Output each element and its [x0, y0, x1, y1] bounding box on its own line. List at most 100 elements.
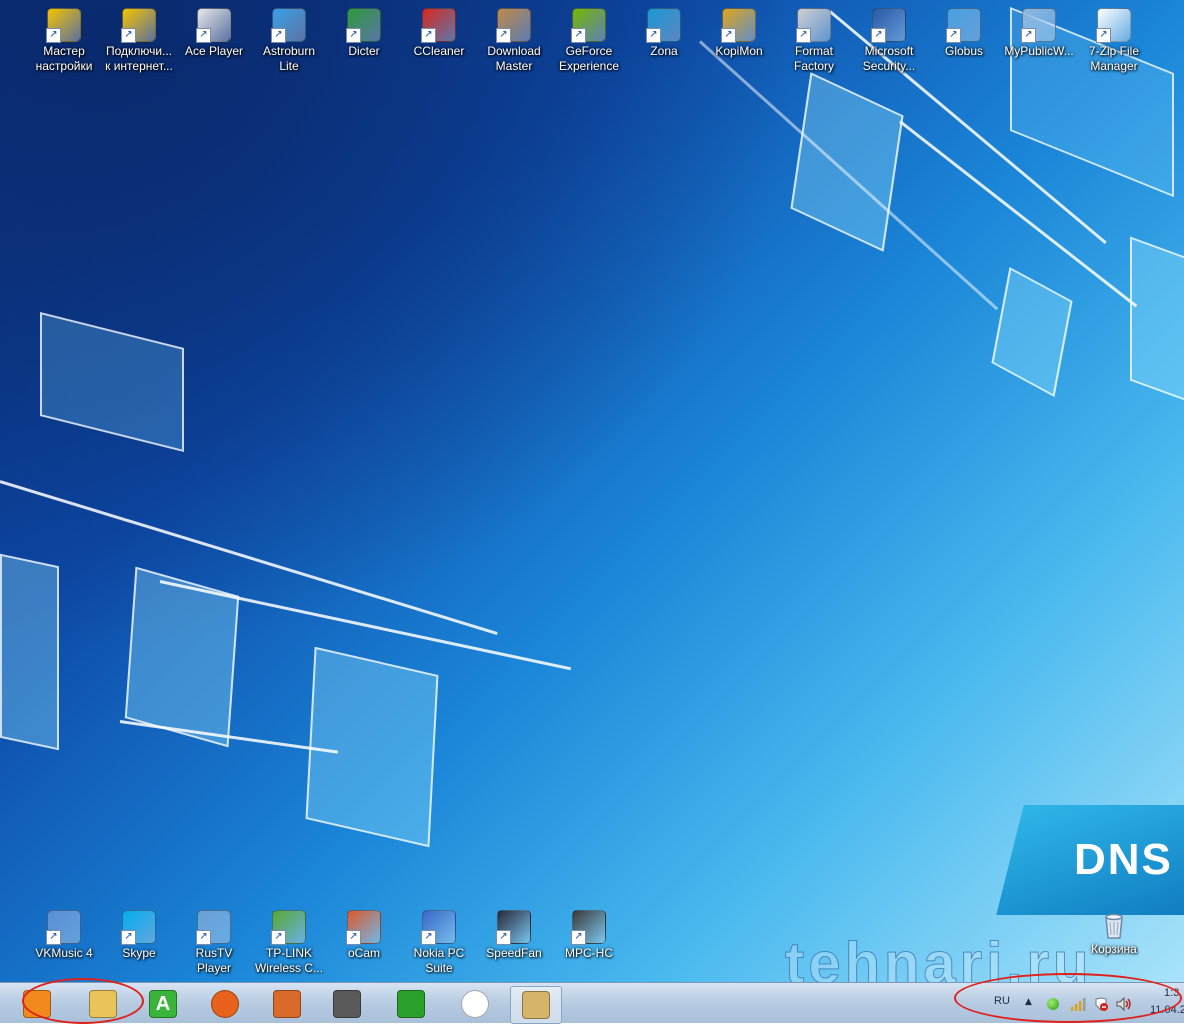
desktop-icon-label: CCleaner: [413, 44, 465, 58]
desktop-icon-microsoft-security[interactable]: ↗ Microsoft Security...: [852, 8, 926, 74]
green-valve-button[interactable]: [386, 986, 436, 1022]
desktop-icon-astroburn[interactable]: ↗ Astroburn Lite: [252, 8, 326, 74]
format-factory-icon: ↗: [796, 8, 831, 43]
desktop-icon-kopimon[interactable]: ↗ KopiMon: [702, 8, 776, 59]
shortcut-arrow-icon: ↗: [1021, 28, 1036, 43]
desktop-icon-label: RusTV Player: [195, 946, 233, 975]
desktop-icon-label: Download Master: [487, 44, 541, 73]
shortcut-arrow-icon: ↗: [271, 28, 286, 43]
shortcut-arrow-icon: ↗: [571, 28, 586, 43]
desktop-icon-vkmusic[interactable]: ↗ VKMusic 4: [27, 910, 101, 961]
wallpaper-shard: [790, 72, 904, 252]
shortcut-arrow-icon: ↗: [1096, 28, 1111, 43]
kopimon-icon: ↗: [721, 8, 756, 43]
rustv-icon: ↗: [196, 910, 231, 945]
tool-button[interactable]: [322, 986, 372, 1022]
desktop-icon-skype[interactable]: ↗ Skype: [102, 910, 176, 961]
desktop-icon-label: Microsoft Security...: [862, 44, 916, 73]
desktop-icon-speedfan[interactable]: ↗ SpeedFan: [477, 910, 551, 961]
desktop-icon-ocam[interactable]: ↗ oCam: [327, 910, 401, 961]
desktop-icon-recycle-bin[interactable]: Корзина: [1077, 908, 1151, 957]
tplink-icon: ↗: [271, 910, 306, 945]
desktop-icon-label: Astroburn Lite: [262, 44, 316, 73]
wallpaper-beam: [0, 480, 498, 635]
desktop-icon-beeline-connect[interactable]: ↗ Подключи... к интернет...: [102, 8, 176, 74]
desktop-icon-label: Globus: [944, 44, 984, 58]
vkmusic-icon: ↗: [46, 910, 81, 945]
desktop-icon-label: Мастер настройки: [35, 44, 93, 73]
wallpaper-shard: [40, 312, 184, 452]
app-a-button[interactable]: A: [138, 986, 188, 1022]
ccleaner-icon: ↗: [421, 8, 456, 43]
desktop-icon-beeline-wizard[interactable]: ↗ Мастер настройки: [27, 8, 101, 74]
shortcut-arrow-icon: ↗: [121, 930, 136, 945]
desktop-icon-format-factory[interactable]: ↗ Format Factory: [777, 8, 851, 74]
desktop-icon-nokia-pc-suite[interactable]: ↗ Nokia PC Suite: [402, 910, 476, 976]
7zip-icon: ↗: [1096, 8, 1131, 43]
shortcut-arrow-icon: ↗: [421, 930, 436, 945]
recycle-bin-icon: [1098, 908, 1130, 940]
shortcut-arrow-icon: ↗: [46, 28, 61, 43]
desktop-icon-label: Format Factory: [793, 44, 834, 73]
desktop-icon-zona[interactable]: ↗ Zona: [627, 8, 701, 59]
desktop-icon-label: 7-Zip File Manager: [1088, 44, 1139, 73]
desktop-icon-globus[interactable]: ↗ Globus: [927, 8, 1001, 59]
valve-icon: [333, 990, 361, 1018]
beeline-connect-icon: ↗: [121, 8, 156, 43]
desktop-icon-7zip[interactable]: ↗ 7-Zip File Manager: [1077, 8, 1151, 74]
astroburn-icon: ↗: [271, 8, 306, 43]
desktop-icon-label: VKMusic 4: [35, 946, 93, 960]
shortcut-arrow-icon: ↗: [46, 930, 61, 945]
shortcut-arrow-icon: ↗: [496, 930, 511, 945]
mypublicwifi-icon: ↗: [1021, 8, 1056, 43]
desktop-icon-label: TP-LINK Wireless C...: [254, 946, 323, 975]
desktop-icon-tplink[interactable]: ↗ TP-LINK Wireless C...: [252, 910, 326, 976]
skull-button[interactable]: [450, 986, 500, 1022]
mfc-button[interactable]: [262, 986, 312, 1022]
shortcut-arrow-icon: ↗: [196, 930, 211, 945]
wallpaper-shard: [305, 646, 439, 848]
desktop-icon-label: GeForce Experience: [558, 44, 620, 73]
microsoft-security-icon: ↗: [871, 8, 906, 43]
desktop-icon-download-master[interactable]: ↗ Download Master: [477, 8, 551, 74]
shortcut-arrow-icon: ↗: [496, 28, 511, 43]
nokia-pc-suite-icon: ↗: [421, 910, 456, 945]
desktop-icon-mpc-hc[interactable]: ↗ MPC-HC: [552, 910, 626, 961]
globus-icon: ↗: [946, 8, 981, 43]
annotation-circle-left: [22, 978, 144, 1024]
paint-button[interactable]: [510, 986, 562, 1024]
wallpaper-beam: [698, 40, 999, 311]
desktop-icon-rustv[interactable]: ↗ RusTV Player: [177, 910, 251, 976]
mpc-hc-icon: ↗: [571, 910, 606, 945]
zona-icon: ↗: [646, 8, 681, 43]
shortcut-arrow-icon: ↗: [346, 930, 361, 945]
wallpaper-shard: [991, 267, 1073, 397]
desktop-icon-label: Zona: [650, 44, 678, 58]
speedfan-icon: ↗: [496, 910, 531, 945]
desktop-icon-label: Подключи... к интернет...: [105, 44, 173, 73]
desktop-icon-geforce[interactable]: ↗ GeForce Experience: [552, 8, 626, 74]
brand-logo: DNS: [1074, 835, 1173, 884]
geforce-icon: ↗: [571, 8, 606, 43]
shortcut-arrow-icon: ↗: [196, 28, 211, 43]
shortcut-arrow-icon: ↗: [871, 28, 886, 43]
desktop-icon-label: Skype: [122, 946, 156, 960]
shortcut-arrow-icon: ↗: [346, 28, 361, 43]
desktop-icon-ccleaner[interactable]: ↗ CCleaner: [402, 8, 476, 59]
desktop-icon-label: Nokia PC Suite: [413, 946, 465, 975]
desktop-icon-dicter[interactable]: ↗ Dicter: [327, 8, 401, 59]
desktop-icon-mypublicwifi[interactable]: ↗ MyPublicW...: [1002, 8, 1076, 59]
shortcut-arrow-icon: ↗: [421, 28, 436, 43]
green-a-icon: A: [149, 990, 177, 1018]
desktop-icon-ace-player[interactable]: ↗ Ace Player: [177, 8, 251, 59]
desktop-icon-label: Dicter: [348, 44, 380, 58]
ace-player-icon: ↗: [196, 8, 231, 43]
green-valve-icon: [397, 990, 425, 1018]
paint-palette-icon: [522, 991, 550, 1019]
shortcut-arrow-icon: ↗: [646, 28, 661, 43]
desktop-icon-label: MPC-HC: [565, 946, 613, 960]
wallpaper-shard: [0, 553, 59, 751]
firefox-button[interactable]: [200, 986, 250, 1022]
shortcut-arrow-icon: ↗: [571, 930, 586, 945]
skype-icon: ↗: [121, 910, 156, 945]
